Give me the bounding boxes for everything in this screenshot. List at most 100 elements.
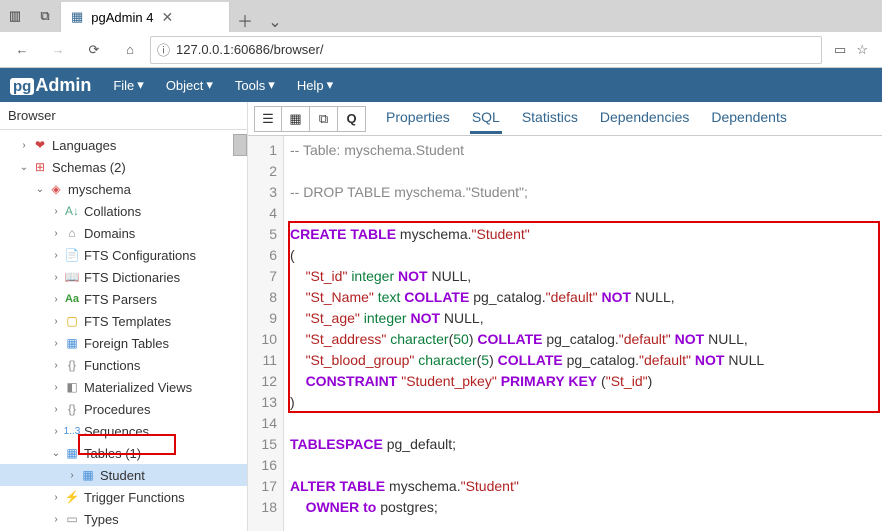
chevron-right-icon: ›: [50, 492, 62, 503]
recent-sites-button[interactable]: ▥: [0, 0, 30, 32]
tree-node-trigger-fn[interactable]: ›⚡Trigger Functions: [0, 486, 247, 508]
tree-node-myschema[interactable]: ⌄◈myschema: [0, 178, 247, 200]
all-rows-button[interactable]: ▦: [282, 106, 310, 132]
tab-sql[interactable]: SQL: [470, 103, 502, 134]
chevron-down-icon: ▾: [206, 77, 213, 93]
tree-node-mat-views[interactable]: ›◧Materialized Views: [0, 376, 247, 398]
nav-right-icons: ▭ ☆: [826, 42, 876, 58]
window-titlebar: ▥ ⧉ ▦ pgAdmin 4 ✕ ＋ ⌄: [0, 0, 882, 32]
tab-dependents[interactable]: Dependents: [709, 103, 789, 134]
tables-icon: ▦: [64, 446, 80, 460]
browser-tabstrip: ▦ pgAdmin 4 ✕ ＋ ⌄: [60, 0, 882, 32]
tab-favicon: ▦: [71, 9, 83, 25]
chevron-right-icon: ›: [50, 360, 62, 371]
fts-parsers-icon: Aa: [64, 293, 80, 305]
tree-node-procedures[interactable]: ›{}Procedures: [0, 398, 247, 420]
pgadmin-logo: pgAdmin: [10, 75, 91, 96]
home-button[interactable]: ⌂: [114, 34, 146, 66]
domains-icon: ⌂: [64, 226, 80, 240]
tree-node-schemas[interactable]: ⌄⊞Schemas (2): [0, 156, 247, 178]
chevron-right-icon: ›: [50, 404, 62, 415]
chevron-down-icon: ⌄: [34, 184, 46, 195]
line-gutter: 123456789101112131415161718: [248, 136, 284, 531]
chevron-right-icon: ›: [50, 514, 62, 525]
reading-view-icon[interactable]: ▭: [834, 42, 846, 58]
tab-statistics[interactable]: Statistics: [520, 103, 580, 134]
back-button[interactable]: ←: [6, 34, 38, 66]
scrollbar-thumb[interactable]: [233, 134, 247, 156]
tree-node-languages[interactable]: ›❤Languages: [0, 134, 247, 156]
pgadmin-header: pgAdmin File▾ Object▾ Tools▾ Help▾: [0, 68, 882, 102]
languages-icon: ❤: [32, 138, 48, 152]
sidebar: Browser ›❤Languages ⌄⊞Schemas (2) ⌄◈mysc…: [0, 102, 248, 531]
chevron-right-icon: ›: [66, 470, 78, 481]
tab-actions-button[interactable]: ⌄: [260, 12, 290, 32]
count-rows-button[interactable]: ⧉: [310, 106, 338, 132]
chevron-right-icon: ›: [50, 382, 62, 393]
menu-help[interactable]: Help▾: [289, 68, 341, 102]
tree-wrap: ›❤Languages ⌄⊞Schemas (2) ⌄◈myschema ›A↓…: [0, 130, 247, 531]
tree-node-collations[interactable]: ›A↓Collations: [0, 200, 247, 222]
filtered-rows-button[interactable]: ☰: [254, 106, 282, 132]
chevron-right-icon: ›: [50, 272, 62, 283]
types-icon: ▭: [64, 512, 80, 526]
new-tab-button[interactable]: ＋: [230, 8, 260, 32]
table-icon: ▦: [80, 468, 96, 482]
tree-node-domains[interactable]: ›⌂Domains: [0, 222, 247, 244]
logo-pg: pg: [10, 78, 34, 95]
tree-node-functions[interactable]: ›{}Functions: [0, 354, 247, 376]
tree-node-student[interactable]: ›▦Student: [0, 464, 247, 486]
main-row: Browser ›❤Languages ⌄⊞Schemas (2) ⌄◈mysc…: [0, 102, 882, 531]
toolbar-button-group: ☰ ▦ ⧉ Q: [248, 106, 372, 132]
fts-templates-icon: ▢: [64, 314, 80, 328]
object-tree: ›❤Languages ⌄⊞Schemas (2) ⌄◈myschema ›A↓…: [0, 130, 247, 531]
chevron-right-icon: ›: [50, 338, 62, 349]
chevron-down-icon: ▾: [268, 77, 275, 93]
schema-icon: ◈: [48, 182, 64, 196]
address-bar[interactable]: ⓘ 127.0.0.1:60686/browser/: [150, 36, 822, 64]
content-tabs: Properties SQL Statistics Dependencies D…: [372, 103, 789, 134]
foreign-tables-icon: ▦: [64, 336, 80, 350]
chevron-down-icon: ⌄: [50, 448, 62, 459]
procedures-icon: {}: [64, 402, 80, 416]
sidebar-title: Browser: [0, 102, 247, 130]
menu-object[interactable]: Object▾: [158, 68, 221, 102]
schemas-icon: ⊞: [32, 160, 48, 174]
tree-node-fts-dict[interactable]: ›📖FTS Dictionaries: [0, 266, 247, 288]
tree-node-types[interactable]: ›▭Types: [0, 508, 247, 530]
forward-button[interactable]: →: [42, 34, 74, 66]
chevron-down-icon: ▾: [327, 77, 334, 93]
chevron-right-icon: ›: [50, 316, 62, 327]
refresh-button[interactable]: ⟳: [78, 34, 110, 66]
code-lines[interactable]: -- Table: myschema.Student -- DROP TABLE…: [284, 136, 770, 531]
mat-views-icon: ◧: [64, 380, 80, 394]
chevron-right-icon: ›: [50, 426, 62, 437]
content-pane: ☰ ▦ ⧉ Q Properties SQL Statistics Depend…: [248, 102, 882, 531]
tab-dependencies[interactable]: Dependencies: [598, 103, 692, 134]
site-info-icon[interactable]: ⓘ: [157, 40, 170, 59]
content-toolbar: ☰ ▦ ⧉ Q Properties SQL Statistics Depend…: [248, 102, 882, 136]
menu-tools[interactable]: Tools▾: [227, 68, 283, 102]
fts-config-icon: 📄: [64, 248, 80, 262]
tree-node-foreign-tables[interactable]: ›▦Foreign Tables: [0, 332, 247, 354]
tree-node-sequences[interactable]: ›1..3Sequences: [0, 420, 247, 442]
trigger-fn-icon: ⚡: [64, 490, 80, 504]
fts-dict-icon: 📖: [64, 270, 80, 284]
favorites-icon[interactable]: ☆: [856, 42, 868, 58]
tree-node-fts-templates[interactable]: ›▢FTS Templates: [0, 310, 247, 332]
close-tab-icon[interactable]: ✕: [161, 9, 173, 26]
menu-file[interactable]: File▾: [105, 68, 151, 102]
sequences-icon: 1..3: [64, 426, 80, 437]
chevron-right-icon: ›: [50, 228, 62, 239]
search-button[interactable]: Q: [338, 106, 366, 132]
tree-node-fts-parsers[interactable]: ›AaFTS Parsers: [0, 288, 247, 310]
tree-node-tables[interactable]: ⌄▦Tables (1): [0, 442, 247, 464]
collations-icon: A↓: [64, 204, 80, 218]
chevron-down-icon: ⌄: [18, 162, 30, 173]
set-aside-tabs-button[interactable]: ⧉: [30, 0, 60, 32]
browser-nav-row: ← → ⟳ ⌂ ⓘ 127.0.0.1:60686/browser/ ▭ ☆: [0, 32, 882, 68]
tree-node-fts-conf[interactable]: ›📄FTS Configurations: [0, 244, 247, 266]
tab-properties[interactable]: Properties: [384, 103, 452, 134]
browser-tab-pgadmin[interactable]: ▦ pgAdmin 4 ✕: [60, 2, 230, 32]
chevron-right-icon: ›: [50, 250, 62, 261]
